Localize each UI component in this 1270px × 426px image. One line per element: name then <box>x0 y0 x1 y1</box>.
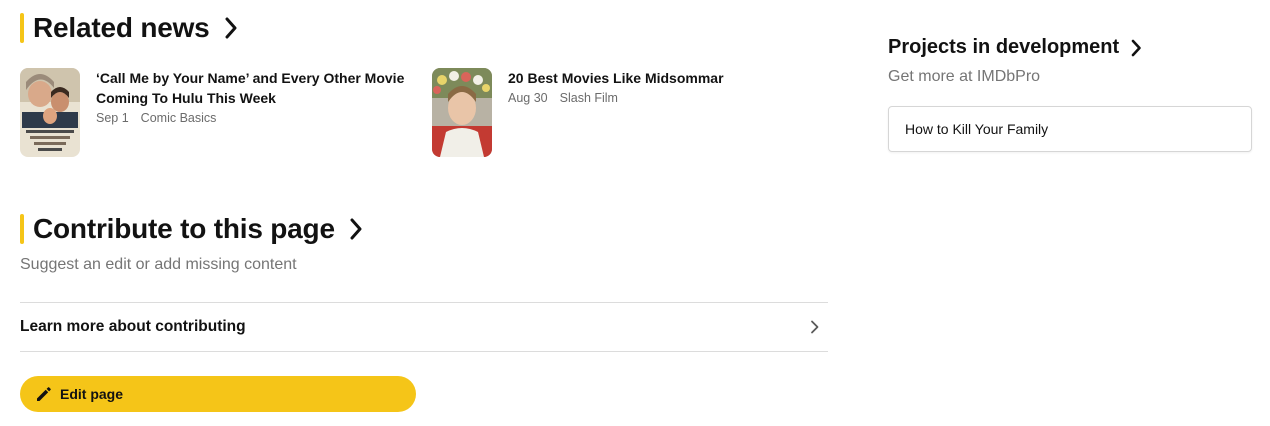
chevron-right-icon <box>810 320 820 334</box>
news-item[interactable]: ‘Call Me by Your Name’ and Every Other M… <box>20 68 420 157</box>
news-source: Comic Basics <box>140 111 217 125</box>
edit-page-label: Edit page <box>60 386 124 402</box>
chevron-right-icon <box>349 218 363 240</box>
related-news-heading[interactable]: Related news <box>20 12 238 44</box>
news-meta: Aug 30 Slash Film <box>508 91 724 105</box>
heading-accent-bar <box>20 13 24 43</box>
related-news-title: Related news <box>33 12 210 43</box>
news-headline[interactable]: ‘Call Me by Your Name’ and Every Other M… <box>96 68 420 108</box>
divider <box>20 351 828 352</box>
news-thumbnail[interactable] <box>432 68 492 157</box>
projects-title: Projects in development <box>888 36 1120 58</box>
contribute-heading[interactable]: Contribute to this page <box>20 213 363 245</box>
edit-page-button[interactable]: Edit page <box>20 376 416 412</box>
news-text: ‘Call Me by Your Name’ and Every Other M… <box>96 68 420 157</box>
news-source: Slash Film <box>559 91 618 105</box>
learn-more-label: Learn more about contributing <box>20 318 246 335</box>
news-headline[interactable]: 20 Best Movies Like Midsommar <box>508 68 724 88</box>
news-text: 20 Best Movies Like Midsommar Aug 30 Sla… <box>508 68 724 157</box>
news-date: Aug 30 <box>508 91 548 105</box>
chevron-right-icon <box>1131 39 1142 57</box>
news-date: Sep 1 <box>96 111 129 125</box>
project-title: How to Kill Your Family <box>905 121 1049 137</box>
learn-more-link[interactable]: Learn more about contributing <box>20 303 828 351</box>
projects-subtitle[interactable]: Get more at IMDbPro <box>888 68 1040 86</box>
projects-heading[interactable]: Projects in development <box>888 36 1142 59</box>
chevron-right-icon <box>224 17 238 39</box>
news-thumbnail[interactable] <box>20 68 80 157</box>
contribute-title: Contribute to this page <box>33 213 335 244</box>
heading-accent-bar <box>20 214 24 244</box>
contribute-subtitle: Suggest an edit or add missing content <box>20 256 297 273</box>
news-item[interactable]: 20 Best Movies Like Midsommar Aug 30 Sla… <box>432 68 828 157</box>
pencil-icon <box>34 384 54 404</box>
project-card[interactable]: How to Kill Your Family <box>888 106 1252 152</box>
news-meta: Sep 1 Comic Basics <box>96 111 420 125</box>
